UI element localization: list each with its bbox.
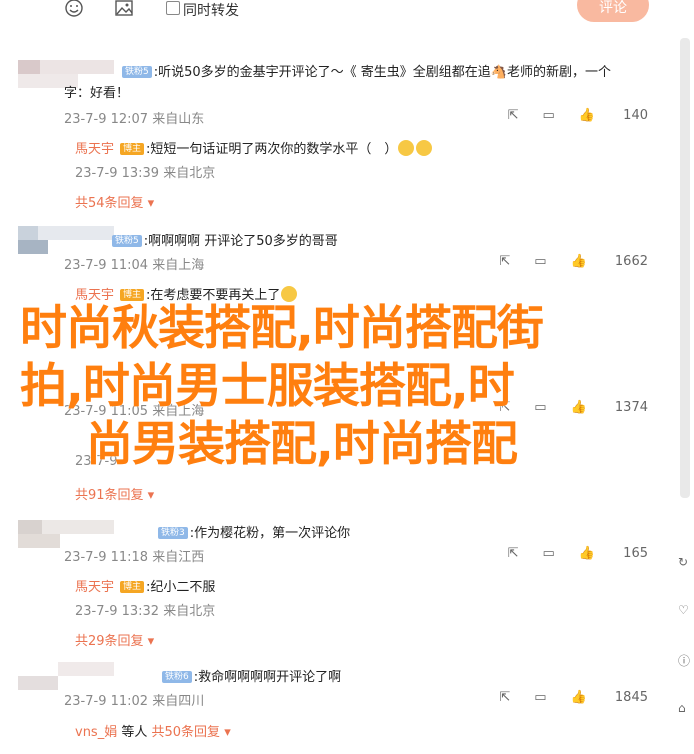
reply-text: 等人 [121, 725, 148, 740]
more-replies-link[interactable]: 共54条回复 ▾ [75, 192, 154, 211]
refresh-icon[interactable]: ↻ [678, 555, 688, 569]
overlay-line: 时尚秋装搭配,时尚搭配街 [20, 301, 544, 356]
comment-meta: 23-7-9 11:02 来自四川 [64, 694, 205, 709]
comment-actions: ⇱ ▭ 👍 140 [484, 108, 648, 123]
comment-actions: ⇱ ▭ 👍 1662 [475, 254, 648, 269]
scrollbar[interactable] [680, 38, 690, 498]
heart-icon[interactable]: ♡ [678, 603, 689, 617]
comment-actions: ⇱ ▭ 👍 165 [484, 546, 648, 561]
bookmark-icon[interactable]: ⌂ [678, 701, 686, 715]
reply-text: :纪小二不服 [146, 580, 216, 595]
fan-level-badge: 铁粉5 [112, 235, 142, 247]
avatar[interactable] [18, 520, 114, 548]
share-icon[interactable]: ⇱ [508, 546, 519, 561]
reply-meta: 23-7-9 13:32 来自北京 [75, 604, 216, 619]
reply-icon[interactable]: ▭ [534, 690, 546, 705]
comment-text: 铁粉6:救命啊啊啊啊开评论了啊 [162, 666, 341, 685]
author-badge: 博主 [120, 581, 145, 593]
avatar[interactable] [18, 662, 114, 690]
overlay-headline: 时尚秋装搭配,时尚搭配街 拍,时尚男士服装搭配,时 尚男装搭配,时尚搭配 [20, 300, 660, 474]
more-replies-link[interactable]: 共50条回复 ▾ [152, 725, 231, 740]
comment-toolbar: 同时转发 评论 [0, 0, 694, 26]
reply-meta: 23-7-9 13:39 来自北京 [75, 166, 216, 181]
share-icon[interactable]: ⇱ [499, 690, 510, 705]
info-icon[interactable]: ⓘ [678, 652, 690, 669]
fan-level-badge: 铁粉3 [158, 527, 188, 539]
reply-icon[interactable]: ▭ [534, 254, 546, 269]
comment-meta: 23-7-9 12:07 来自山东 [64, 112, 205, 127]
more-replies-link[interactable]: 共91条回复 ▾ [75, 484, 154, 503]
comment-text: 铁粉3:作为樱花粉，第一次评论你 [158, 522, 350, 541]
author-badge: 博主 [120, 143, 145, 155]
reply-icon[interactable]: ▭ [543, 546, 555, 561]
reply-username[interactable]: 馬天宇 [75, 580, 114, 595]
reply-username[interactable]: vns_娟 [75, 725, 117, 740]
like-icon[interactable]: 👍 1845 [571, 690, 648, 705]
like-count: 165 [623, 546, 648, 561]
repost-checkbox[interactable] [166, 1, 180, 15]
comment-text: 铁粉5:啊啊啊啊 开评论了50多岁的哥哥 [112, 230, 338, 249]
repost-checkbox-label: 同时转发 [183, 3, 239, 19]
comment-text: 铁粉5:听说50多岁的金基宇开评论了～《 寄生虫》全剧组都在追🐴老师的新剧，一个 [122, 61, 611, 80]
share-icon[interactable]: ⇱ [508, 108, 519, 123]
reply-username[interactable]: 馬天宇 [75, 142, 114, 157]
comment-meta: 23-7-9 11:04 来自上海 [64, 258, 205, 273]
fan-level-badge: 铁粉6 [162, 671, 192, 683]
overlay-line: 尚男装搭配,时尚搭配 [86, 417, 518, 472]
like-count: 140 [623, 108, 648, 123]
like-count: 1845 [614, 690, 648, 705]
share-icon[interactable]: ⇱ [499, 254, 510, 269]
comment-text-continued: 字：好看！ [64, 86, 130, 101]
fan-level-badge: 铁粉5 [122, 66, 152, 78]
like-icon[interactable]: 👍 140 [579, 108, 648, 123]
emoji-icon[interactable] [64, 0, 84, 20]
like-count: 1662 [614, 254, 648, 269]
reply-item: 馬天宇 博主:短短一句话证明了两次你的数学水平（ ） [75, 138, 433, 157]
overlay-line: 拍,时尚男士服装搭配,时 [20, 359, 515, 414]
comment-meta: 23-7-9 11:18 来自江西 [64, 550, 205, 565]
laugh-emoji-icon [398, 140, 415, 156]
laugh-emoji-icon [416, 140, 433, 156]
avatar[interactable] [18, 226, 114, 254]
like-icon[interactable]: 👍 1662 [571, 254, 648, 269]
more-replies-link[interactable]: 共29条回复 ▾ [75, 630, 154, 649]
like-icon[interactable]: 👍 165 [579, 546, 648, 561]
reply-icon[interactable]: ▭ [543, 108, 555, 123]
image-icon[interactable] [114, 0, 134, 20]
reply-text: :短短一句话证明了两次你的数学水平（ ） [146, 142, 398, 157]
comment-submit-button[interactable]: 评论 [577, 0, 649, 22]
comment-actions: ⇱ ▭ 👍 1845 [475, 690, 648, 705]
reply-item: vns_娟 等人 共50条回复 ▾ [75, 721, 231, 740]
reply-item: 馬天宇 博主:纪小二不服 [75, 576, 215, 595]
